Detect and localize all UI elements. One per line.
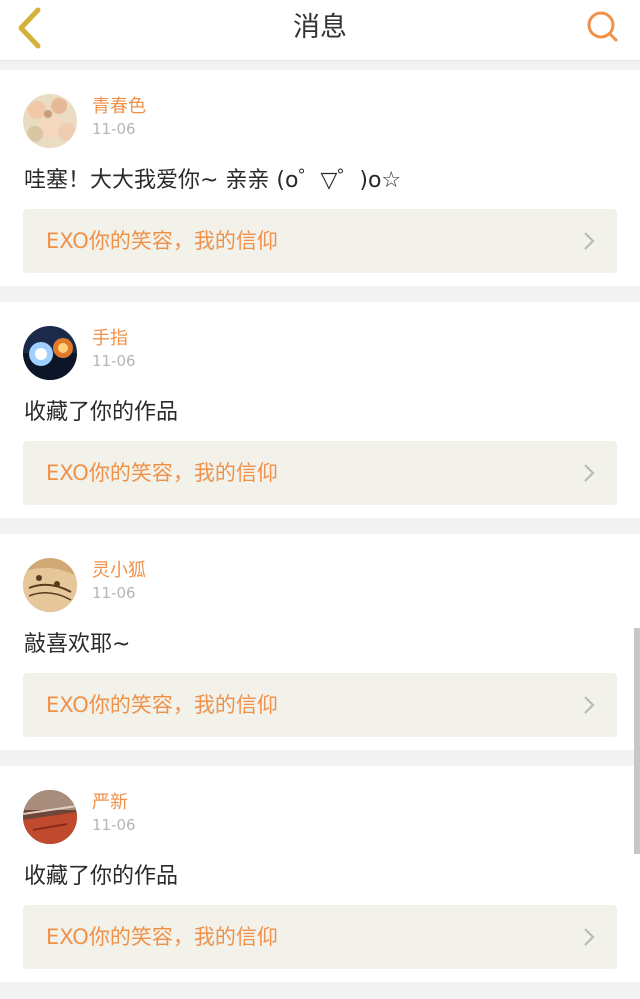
chevron-right-icon bbox=[584, 464, 595, 482]
message-text: 收藏了你的作品 bbox=[24, 864, 179, 889]
username[interactable]: 青春色 bbox=[92, 92, 146, 118]
scrollbar[interactable] bbox=[634, 628, 640, 854]
message-card: 青春色 11-06 哇塞！大大我爱你~ 亲亲 (o゜▽゜)o☆ EXO你的笑容，… bbox=[0, 70, 640, 286]
timestamp: 11-06 bbox=[92, 584, 136, 602]
back-button[interactable] bbox=[12, 6, 52, 50]
timestamp: 11-06 bbox=[92, 352, 136, 370]
page-title: 消息 bbox=[293, 12, 347, 43]
work-title: EXO你的笑容，我的信仰 bbox=[46, 925, 278, 949]
work-link[interactable]: EXO你的笑容，我的信仰 bbox=[23, 673, 617, 737]
work-link[interactable]: EXO你的笑容，我的信仰 bbox=[23, 209, 617, 273]
timestamp: 11-06 bbox=[92, 120, 136, 138]
search-icon bbox=[587, 11, 618, 42]
chevron-right-icon bbox=[584, 928, 595, 946]
search-button[interactable] bbox=[586, 10, 620, 44]
work-title: EXO你的笑容，我的信仰 bbox=[46, 461, 278, 485]
work-title: EXO你的笑容，我的信仰 bbox=[46, 229, 278, 253]
chevron-right-icon bbox=[584, 232, 595, 250]
message-card: 严新 11-06 收藏了你的作品 EXO你的笑容，我的信仰 bbox=[0, 766, 640, 982]
top-bar: 消息 bbox=[0, 0, 640, 61]
avatar[interactable] bbox=[23, 326, 77, 380]
message-card: 手指 11-06 收藏了你的作品 EXO你的笑容，我的信仰 bbox=[0, 302, 640, 518]
work-link[interactable]: EXO你的笑容，我的信仰 bbox=[23, 905, 617, 969]
avatar[interactable] bbox=[23, 558, 77, 612]
message-text: 哇塞！大大我爱你~ 亲亲 (o゜▽゜)o☆ bbox=[24, 168, 402, 193]
timestamp: 11-06 bbox=[92, 816, 136, 834]
avatar[interactable] bbox=[23, 790, 77, 844]
message-text: 收藏了你的作品 bbox=[24, 400, 179, 425]
chevron-right-icon bbox=[584, 696, 595, 714]
username[interactable]: 严新 bbox=[92, 788, 128, 814]
message-card: 灵小狐 11-06 敲喜欢耶~ EXO你的笑容，我的信仰 bbox=[0, 534, 640, 750]
work-title: EXO你的笑容，我的信仰 bbox=[46, 693, 278, 717]
chevron-left-icon bbox=[18, 7, 41, 49]
username[interactable]: 灵小狐 bbox=[92, 556, 146, 582]
username[interactable]: 手指 bbox=[92, 324, 128, 350]
avatar[interactable] bbox=[23, 94, 77, 148]
message-text: 敲喜欢耶~ bbox=[24, 632, 131, 657]
work-link[interactable]: EXO你的笑容，我的信仰 bbox=[23, 441, 617, 505]
